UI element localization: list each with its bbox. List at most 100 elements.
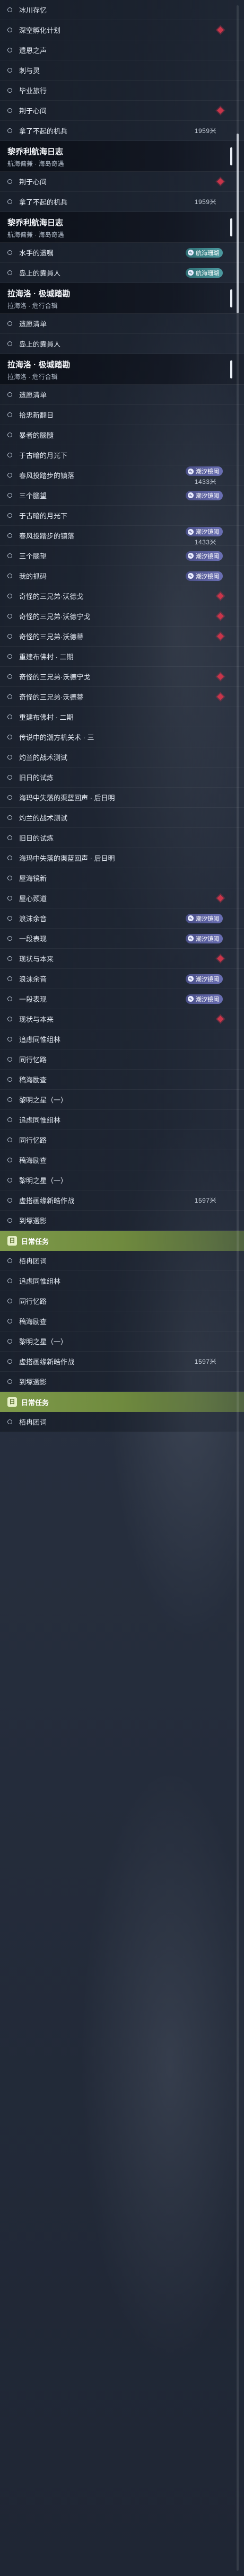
chapter-marker (230, 360, 232, 378)
chapter-header[interactable]: 黎乔利航海日志 航海傭兼 · 海岛奇遇 (0, 212, 244, 243)
quest-row[interactable]: 现状与本来 (0, 1009, 244, 1029)
quest-row[interactable]: 重建布佛村 · 二期 (0, 647, 244, 667)
quest-label: 重建布佛村 · 二期 (19, 713, 74, 721)
quest-row[interactable]: 刺与灵 (0, 60, 244, 81)
ring-icon (7, 1097, 12, 1102)
quest-label: 海玛中失落的渠蓝回声 · 后日明 (19, 794, 115, 802)
quest-label: 黎明之星（一） (19, 1096, 68, 1104)
quest-row[interactable]: 传说中的潮方机关术 · 三 (0, 727, 244, 747)
quest-row[interactable]: 海玛中失落的渠蓝回声 · 后日明 (0, 848, 244, 868)
diamond-marker-icon (217, 673, 224, 680)
quest-row[interactable]: 栢冉团词 (0, 1251, 244, 1271)
quest-row[interactable]: 拾忠新翻日 (0, 405, 244, 425)
quest-row[interactable]: 奇怪的三兄弟·沃德宁戈 (0, 667, 244, 687)
quest-row[interactable]: 深空孵化计划 (0, 20, 244, 40)
distance-text: 1959米 (194, 198, 216, 206)
quest-row[interactable]: 遗恩之声 (0, 40, 244, 60)
quest-row[interactable]: 旧日的试炼 (0, 767, 244, 788)
quest-row[interactable]: 于古暗的月光下 (0, 506, 244, 526)
diamond-marker-icon (217, 107, 224, 114)
quest-label: 奇怪的三兄弟·沃德戈 (19, 593, 84, 601)
ring-icon (7, 1379, 12, 1384)
quest-row[interactable]: 奇怪的三兄弟·沃德戈 (0, 586, 244, 606)
quest-row[interactable]: 灼兰的战术测试 (0, 808, 244, 828)
quest-row[interactable]: 到塚選影 (0, 1211, 244, 1231)
quest-row[interactable]: 荆于心间 (0, 101, 244, 121)
quest-row[interactable]: 拿了不起的机兵 1959米 (0, 192, 244, 212)
quest-row[interactable]: 三个腦望 ∿ 潮汐镜阈 (0, 546, 244, 566)
diamond-marker-icon (217, 693, 224, 700)
tide-icon: ∿ (188, 528, 194, 535)
quest-row[interactable]: 冰川存忆 (0, 0, 244, 20)
region-badge-label: 航海珊瑚 (196, 250, 219, 257)
quest-row[interactable]: 岛上的囊員人 ∿ 航海珊瑚 (0, 263, 244, 283)
quest-row[interactable]: 我的抓码 ∿ 潮汐镜阈 (0, 566, 244, 586)
ring-icon (7, 48, 12, 52)
chapter-header[interactable]: 拉海洛 · 极城踏勘 拉海洛 · 危行合辑 (0, 283, 244, 314)
quest-row[interactable]: 浪沫余音 ∿ 潮汐镜阈 (0, 908, 244, 929)
quest-row[interactable]: 虚搭画缘新皓作战 1597米 (0, 1352, 244, 1372)
quest-row[interactable]: 浪沫余音 ∿ 潮汐镜阈 (0, 969, 244, 989)
quest-row[interactable]: 毕业旅行 (0, 81, 244, 101)
quest-row[interactable]: 于古暗的月光下 (0, 445, 244, 465)
ring-icon (7, 835, 12, 840)
region-badge-label: 航海珊瑚 (196, 270, 219, 277)
quest-row[interactable]: 栢冉团词 (0, 1412, 244, 1432)
quest-row[interactable]: 海玛中失落的渠蓝回声 · 后日明 (0, 788, 244, 808)
quest-label: 到塚選影 (19, 1378, 47, 1386)
quest-row[interactable]: 旧日的试炼 (0, 828, 244, 848)
quest-row[interactable]: 屋心颈道 (0, 888, 244, 908)
daily-task-banner[interactable]: 日日常任务 (0, 1392, 244, 1412)
quest-label: 灼兰的战术测试 (19, 754, 68, 762)
quest-row[interactable]: 稿海励查 (0, 1070, 244, 1090)
quest-row[interactable]: 到塚選影 (0, 1372, 244, 1392)
chapter-header[interactable]: 黎乔利航海日志 航海傭兼 · 海岛奇遇 (0, 141, 244, 172)
quest-row[interactable]: 遗愿清单 (0, 385, 244, 405)
diamond-marker-icon (217, 895, 224, 902)
quest-row[interactable]: 拿了不起的机兵 1959米 (0, 121, 244, 141)
quest-row[interactable]: 遗愿清单 (0, 314, 244, 334)
quest-row[interactable]: 水手的遗嘱 ∿ 航海珊瑚 (0, 243, 244, 263)
quest-row[interactable]: 现状与本来 (0, 949, 244, 969)
quest-row[interactable]: 黎明之星（一） (0, 1090, 244, 1110)
ring-icon (7, 199, 12, 204)
chapter-title: 黎乔利航海日志 (7, 147, 64, 156)
quest-row[interactable]: 重建布佛村 · 二期 (0, 707, 244, 727)
quest-row[interactable]: 黎明之星（一） (0, 1170, 244, 1190)
quest-label: 屋海镜新 (19, 875, 47, 883)
distance-text: 1959米 (194, 127, 216, 135)
scrollbar[interactable] (237, 5, 239, 2571)
quest-row[interactable]: 奇怪的三兄弟·沃德蒂 (0, 627, 244, 647)
quest-row[interactable]: 追虑同惟组林 (0, 1271, 244, 1291)
quest-row[interactable]: 稿海励查 (0, 1150, 244, 1170)
quest-row[interactable]: 同行忆路 (0, 1291, 244, 1311)
region-badge-label: 潮汐镜阈 (196, 915, 219, 922)
quest-row[interactable]: 岛上的囊員人 (0, 334, 244, 354)
quest-row[interactable]: 稿海励查 (0, 1311, 244, 1331)
daily-task-banner[interactable]: 日日常任务 (0, 1231, 244, 1251)
quest-row[interactable]: 追虑同惟组林 (0, 1029, 244, 1049)
quest-row[interactable]: 灼兰的战术测试 (0, 747, 244, 767)
quest-row[interactable]: 黎明之星（一） (0, 1331, 244, 1352)
quest-row[interactable]: 奇怪的三兄弟·沃德宁戈 (0, 606, 244, 627)
scrollbar-thumb[interactable] (237, 134, 239, 313)
quest-row[interactable]: 暴者的腦髓 (0, 425, 244, 445)
quest-row[interactable]: 同行忆路 (0, 1130, 244, 1150)
quest-row[interactable]: 荆于心间 (0, 172, 244, 192)
quest-row[interactable]: 屋海镜新 (0, 868, 244, 888)
ring-icon (7, 654, 12, 659)
quest-row[interactable]: 春风投踏步的镇落 1433米 ∿ 潮汐镜阈 (0, 465, 244, 486)
quest-row[interactable]: 三个腦望 ∿ 潮汐镜阈 (0, 486, 244, 506)
quest-row[interactable]: 同行忆路 (0, 1049, 244, 1070)
quest-row[interactable]: 奇怪的三兄弟·沃德蒂 (0, 687, 244, 707)
quest-row[interactable]: 追虑同惟组林 (0, 1110, 244, 1130)
ring-icon (7, 1419, 12, 1424)
chapter-marker (230, 147, 232, 165)
quest-row[interactable]: 一段表现 ∿ 潮汐镜阈 (0, 929, 244, 949)
quest-row[interactable]: 春风投踏步的镇落 1433米 ∿ 潮汐镜阈 (0, 526, 244, 546)
ring-icon (7, 896, 12, 901)
chapter-header[interactable]: 拉海洛 · 极城踏勘 拉海洛 · 危行合辑 (0, 354, 244, 385)
quest-row[interactable]: 虚搭画缘新皓作战 1597米 (0, 1190, 244, 1211)
quest-row[interactable]: 一段表现 ∿ 潮汐镜阈 (0, 989, 244, 1009)
daily-task-icon: 日 (7, 1236, 17, 1246)
